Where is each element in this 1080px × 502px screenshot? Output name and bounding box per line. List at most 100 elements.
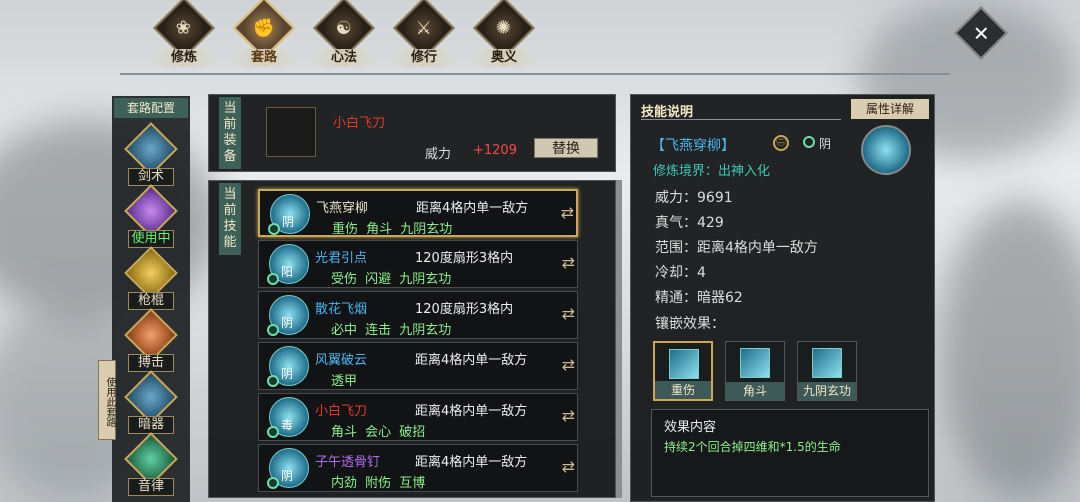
weapon-current[interactable]: 使用中 [118,184,184,248]
inlay-title: 镶嵌效果： [655,316,725,332]
skill-name: 风翼破云 [315,353,368,368]
close-icon: ✕ [972,20,990,45]
tab-label: 心法 [310,49,378,67]
skill-attr: 阴 [281,316,294,330]
skill-row[interactable]: 阴 飞燕穿柳 距离4格内单一敌方 重伤 角斗 九阴玄功 ⇄ [258,189,578,237]
tab-practice[interactable]: ⚔ 修行 [390,0,458,68]
skill-attr: 阳 [281,265,294,279]
skill-range: 距离4格内单一敌方 [415,353,528,368]
stat-label: 精通： [655,290,697,306]
stat-value: 暗器62 [697,290,743,306]
inlay-label: 重伤 [655,381,711,399]
weapon-label: 音律 [128,478,174,496]
swap-button[interactable]: 替换 [534,138,598,158]
sidebar-header: 套路配置 [114,98,188,118]
tab-cultivate[interactable]: ❀ 修炼 [150,0,218,68]
inlay-label: 角斗 [726,382,784,400]
effect-title: 效果内容 [664,420,717,435]
flying-knife-icon[interactable] [266,107,316,157]
effect-description: 持续2个回合掉四维和*1.5的生命 [664,440,841,454]
attribute-detail-button[interactable]: 属性详解 [851,99,929,119]
stat-power: 威力：9691 [655,187,733,207]
tab-secret-art[interactable]: ✺ 奥义 [470,0,538,68]
skill-row[interactable]: 阳 光君引点 120度扇形3格内受伤 闪避 九阴玄功 ⇄ [258,240,578,288]
tab-label: 修行 [390,49,458,67]
skill-detail-panel: 技能说明 属性详解 【飞燕穿柳】 ㊁ 阴 修炼境界：出神入化 威力：9691 真… [630,94,935,502]
skill-tags: 必中 连击 九阴玄功 [331,323,452,338]
element-dot-icon [267,477,279,489]
routine-sidebar: 套路配置 剑术 使用中 枪棍 搏击 暗器 音律 [112,96,190,502]
stat-label: 范围： [655,240,697,256]
skill-attr: 阴 [281,367,294,381]
weapon-spear[interactable]: 枪棍 [118,246,184,310]
skill-row[interactable]: 阴 散花飞烟 120度扇形3格内 必中 连击 九阴玄功 ⇄ [258,291,578,339]
divider [641,119,841,120]
section-label: 当前技能 [219,183,241,255]
inlay-label: 九阴玄功 [798,382,856,400]
stat-label: 真气： [655,215,697,231]
mark-icon: ㊁ [773,135,789,151]
weapon-hidden[interactable]: 暗器 [118,370,184,434]
stat-value: 9691 [697,190,733,206]
skill-range: 距离4格内单一敌方 [415,455,528,470]
skill-name: 光君引点 [315,251,368,266]
stat-label: 威力： [655,190,697,206]
swap-skill-icon[interactable]: ⇄ [562,457,575,476]
yin-dot-icon [803,136,815,148]
inlay-slot-1[interactable]: 重伤 [653,341,713,401]
item-name: 小白飞刀 [333,116,386,131]
inlay-slot-3[interactable]: 九阴玄功 [797,341,857,401]
weapon-fist[interactable]: 搏击 [118,308,184,372]
skill-name: 飞燕穿柳 [316,201,369,216]
stat-energy: 真气：429 [655,212,724,232]
skill-row[interactable]: 阴 风翼破云 距离4格内单一敌方透甲 ⇄ [258,342,578,390]
skill-tag: 阴 [819,137,832,151]
skill-tags: 内劲 附伤 互博 [331,476,426,491]
skill-range: 距离4格内单一敌方 [416,201,529,216]
close-button[interactable]: ✕ [954,6,1008,60]
detail-header: 技能说明 [641,105,694,120]
element-dot-icon [267,426,279,438]
swap-skill-icon[interactable]: ⇄ [562,406,575,425]
burst-icon [740,348,770,378]
swap-skill-icon[interactable]: ⇄ [562,304,575,323]
divider [616,180,622,498]
skill-name: 散花飞烟 [315,302,368,317]
skill-name: 子午透骨钉 [315,455,381,470]
element-dot-icon [267,375,279,387]
skill-range: 120度扇形3格内 [415,251,514,266]
skill-tags: 透甲 [331,374,358,389]
element-dot-icon [268,223,280,235]
skill-attr: 毒 [281,418,294,432]
stat-value: 429 [697,215,724,231]
skill-range: 距离4格内单一敌方 [415,404,528,419]
skills-panel: 当前技能 阴飞燕穿柳 距离4格内单一敌方 重伤 角斗 九阴玄功 ⇄ 阳光君引点 120度扇… [208,180,616,498]
skill-row[interactable]: 阴 子午透骨钉 距离4格内单一敌方内劲 附伤 互博 ⇄ [258,444,578,492]
power-value: +1209 [473,143,517,158]
skill-tags: 受伤 闪避 九阴玄功 [331,272,452,287]
swap-skill-icon[interactable]: ⇄ [562,253,575,272]
skill-attr: 阴 [281,469,294,483]
tab-routine[interactable]: ✊ 套路 [230,0,298,68]
realm-text: 修炼境界：出神入化 [653,164,771,179]
tab-label: 奥义 [470,49,538,67]
slash-icon [669,349,699,379]
book-icon [812,348,842,378]
element-dot-icon [267,324,279,336]
skill-row[interactable]: 毒 小白飞刀 距离4格内单一敌方 角斗 会心 破招 ⇄ [258,393,578,441]
skill-name: 【飞燕穿柳】 [651,138,735,154]
swap-skill-icon[interactable]: ⇄ [562,355,575,374]
skill-name: 小白飞刀 [315,404,368,419]
power-label: 威力 [425,147,452,162]
use-routine-button[interactable]: 使用此套路 [98,360,116,440]
element-dot-icon [267,273,279,285]
inlay-slot-2[interactable]: 角斗 [725,341,785,401]
weapon-music[interactable]: 音律 [118,432,184,496]
weapon-sword[interactable]: 剑术 [118,122,184,186]
stat-cooldown: 冷却：4 [655,262,706,282]
tab-mental-method[interactable]: ☯ 心法 [310,0,378,68]
divider [120,73,950,75]
equipment-panel: 当前装备 小白飞刀 威力 +1209 替换 [208,94,616,172]
stat-mastery: 精通：暗器62 [655,287,743,307]
swap-skill-icon[interactable]: ⇄ [561,203,574,222]
